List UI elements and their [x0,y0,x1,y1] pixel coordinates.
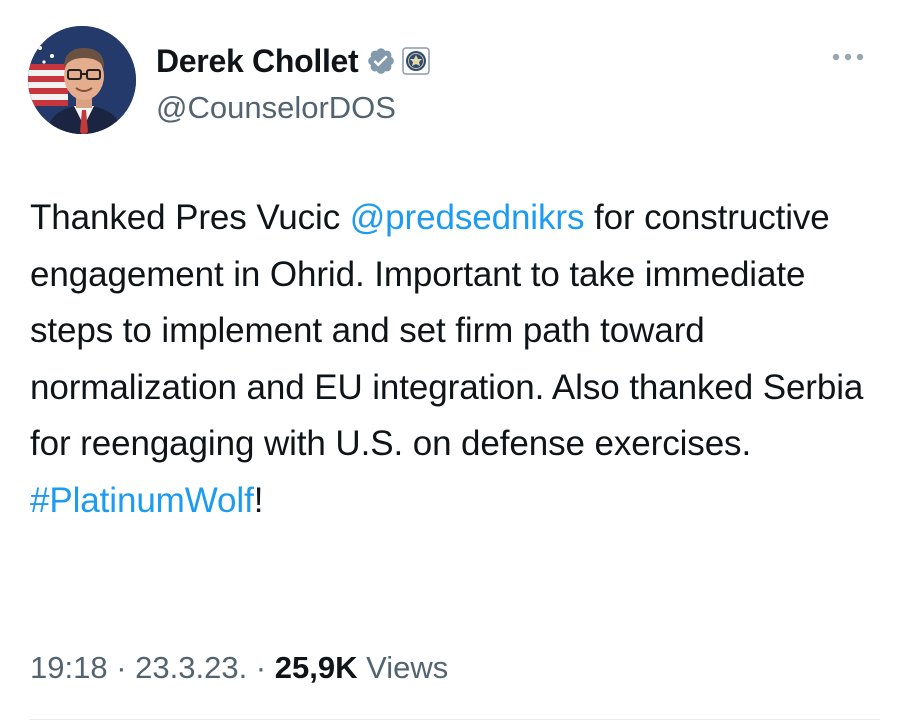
state-department-seal-icon[interactable] [402,47,431,75]
tweet-text: Thanked Pres Vucic @predsednikrs for con… [30,190,880,529]
author-handle[interactable]: @CounselorDOS [156,90,430,126]
tweet-meta: 19:18 · 23.3.23. · 25,9K Views [30,650,448,686]
tweet-date[interactable]: 23.3.23. [135,650,247,685]
hashtag-link[interactable]: #PlatinumWolf [30,481,254,520]
divider [30,719,880,720]
tweet-time[interactable]: 19:18 [30,650,108,685]
meta-separator: · [107,650,136,685]
tweet-text-part: for constructive engagement in Ohrid. Im… [30,198,864,463]
tweet-text-part: ! [253,480,264,520]
mention-link[interactable]: @predsednikrs [350,198,585,237]
tweet-card: Derek Chollet @CounselorDOS Thanked Pres… [0,0,900,724]
tweet-text-part: Thanked Pres Vucic [30,198,350,237]
views-label: Views [357,650,449,685]
author-identity: Derek Chollet @CounselorDOS [156,40,431,126]
avatar[interactable] [28,26,136,134]
author-display-name[interactable]: Derek Chollet [156,43,359,80]
name-row: Derek Chollet [156,40,431,82]
avatar-photo [28,26,136,134]
more-options-icon[interactable] [828,50,868,64]
views-count[interactable]: 25,9K [275,650,358,685]
meta-separator: · [247,650,275,685]
tweet-header: Derek Chollet @CounselorDOS [28,26,880,136]
verified-badge-icon[interactable] [366,46,396,76]
